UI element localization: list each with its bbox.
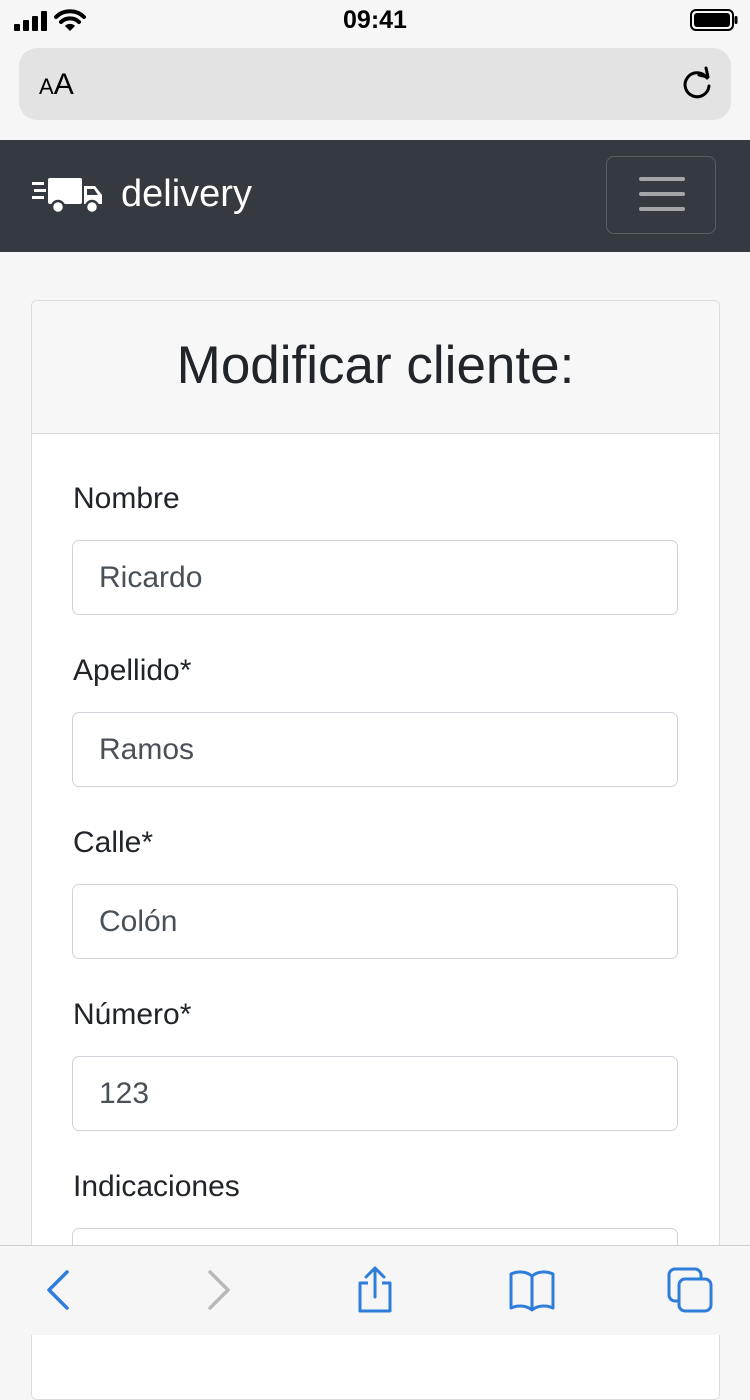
navbar: delivery — [0, 140, 750, 252]
forward-icon[interactable] — [194, 1266, 242, 1314]
indicaciones-label: Indicaciones — [73, 1170, 240, 1203]
navbar-brand[interactable]: delivery — [121, 173, 252, 216]
hamburger-line — [639, 177, 685, 181]
share-icon[interactable] — [351, 1266, 399, 1314]
text-size-button[interactable]: AA — [39, 68, 74, 102]
status-time: 09:41 — [343, 6, 407, 34]
page-title: Modificar cliente: — [176, 335, 575, 395]
back-icon[interactable] — [35, 1266, 83, 1314]
hamburger-line — [639, 207, 685, 211]
status-bar: 09:41 — [0, 0, 750, 40]
tabs-icon[interactable] — [666, 1266, 714, 1314]
delivery-truck-icon[interactable] — [32, 176, 104, 216]
hamburger-line — [639, 192, 685, 196]
reload-icon[interactable] — [679, 66, 715, 102]
numero-input[interactable] — [72, 1056, 678, 1131]
calle-input[interactable] — [72, 884, 678, 959]
browser-toolbar — [0, 1245, 750, 1335]
apellido-label: Apellido* — [73, 654, 192, 687]
calle-label: Calle* — [73, 826, 154, 859]
address-bar[interactable]: AA — [19, 48, 731, 120]
card-header: Modificar cliente: — [32, 301, 719, 434]
navbar-toggle-button[interactable] — [606, 156, 716, 234]
edit-client-card: Modificar cliente: Nombre Apellido* Call… — [31, 300, 720, 1400]
bookmarks-icon[interactable] — [508, 1266, 556, 1314]
apellido-input[interactable] — [72, 712, 678, 787]
nombre-input[interactable] — [72, 540, 678, 615]
numero-label: Número* — [73, 998, 192, 1031]
browser-address-area: AA — [0, 40, 750, 140]
battery-icon — [690, 9, 738, 31]
nombre-label: Nombre — [73, 482, 180, 515]
